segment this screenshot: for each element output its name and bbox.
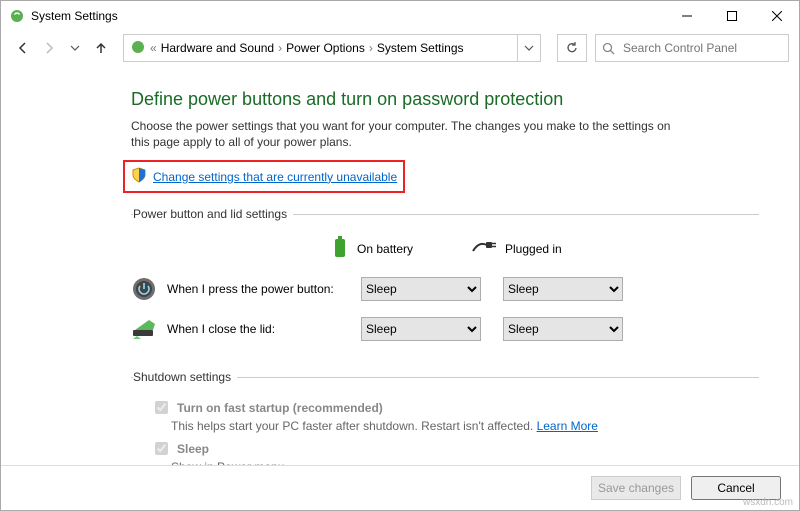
column-plugged-in: Plugged in <box>471 235 611 262</box>
battery-icon <box>331 235 349 262</box>
setting-label: When I press the power button: <box>167 282 334 296</box>
refresh-button[interactable] <box>557 34 587 62</box>
power-button-lid-fieldset: Power button and lid settings On battery… <box>131 207 759 356</box>
breadcrumb[interactable]: « Hardware and Sound › Power Options › S… <box>124 39 517 58</box>
power-button-icon <box>131 276 157 302</box>
setting-row-power-button: When I press the power button: Sleep Sle… <box>131 276 759 302</box>
fieldset-legend: Power button and lid settings <box>133 207 293 221</box>
address-dropdown[interactable] <box>517 35 540 61</box>
column-on-battery: On battery <box>331 235 471 262</box>
shield-icon <box>131 167 147 186</box>
app-icon <box>9 8 25 24</box>
window-title: System Settings <box>31 9 664 23</box>
footer: Save changes Cancel <box>1 465 799 510</box>
change-settings-link[interactable]: Change settings that are currently unava… <box>153 170 397 184</box>
control-panel-icon <box>130 39 146 58</box>
breadcrumb-item[interactable]: Hardware and Sound <box>161 41 274 55</box>
fieldset-legend: Shutdown settings <box>133 370 237 384</box>
close-button[interactable] <box>754 1 799 31</box>
fast-startup-checkbox <box>155 401 168 414</box>
setting-row-close-lid: When I close the lid: Sleep Sleep <box>131 316 759 342</box>
close-lid-battery-select[interactable]: Sleep <box>361 317 481 341</box>
minimize-button[interactable] <box>664 1 709 31</box>
close-lid-plugged-select[interactable]: Sleep <box>503 317 623 341</box>
search-input[interactable] <box>621 40 782 56</box>
setting-label: When I close the lid: <box>167 322 275 336</box>
page-title: Define power buttons and turn on passwor… <box>131 89 759 110</box>
breadcrumb-item[interactable]: Power Options <box>286 41 365 55</box>
maximize-button[interactable] <box>709 1 754 31</box>
forward-button[interactable] <box>37 36 61 60</box>
recent-locations-button[interactable] <box>63 36 87 60</box>
watermark: wsxdn.com <box>743 497 793 508</box>
learn-more-link[interactable]: Learn More <box>537 419 598 433</box>
power-button-plugged-select[interactable]: Sleep <box>503 277 623 301</box>
save-changes-button: Save changes <box>591 476 681 500</box>
back-button[interactable] <box>11 36 35 60</box>
shutdown-item-fast-startup: Turn on fast startup (recommended) This … <box>151 398 759 433</box>
power-button-battery-select[interactable]: Sleep <box>361 277 481 301</box>
sleep-checkbox <box>155 442 168 455</box>
lid-icon <box>131 316 157 342</box>
intro-text: Choose the power settings that you want … <box>131 118 691 150</box>
up-button[interactable] <box>89 36 113 60</box>
chevron-right-icon: « <box>150 41 157 55</box>
highlight-box: Change settings that are currently unava… <box>123 160 405 193</box>
search-icon <box>602 42 615 55</box>
chevron-right-icon: › <box>278 41 282 55</box>
chevron-right-icon: › <box>369 41 373 55</box>
plug-icon <box>471 239 497 258</box>
search-box[interactable] <box>595 34 789 62</box>
breadcrumb-item[interactable]: System Settings <box>377 41 464 55</box>
